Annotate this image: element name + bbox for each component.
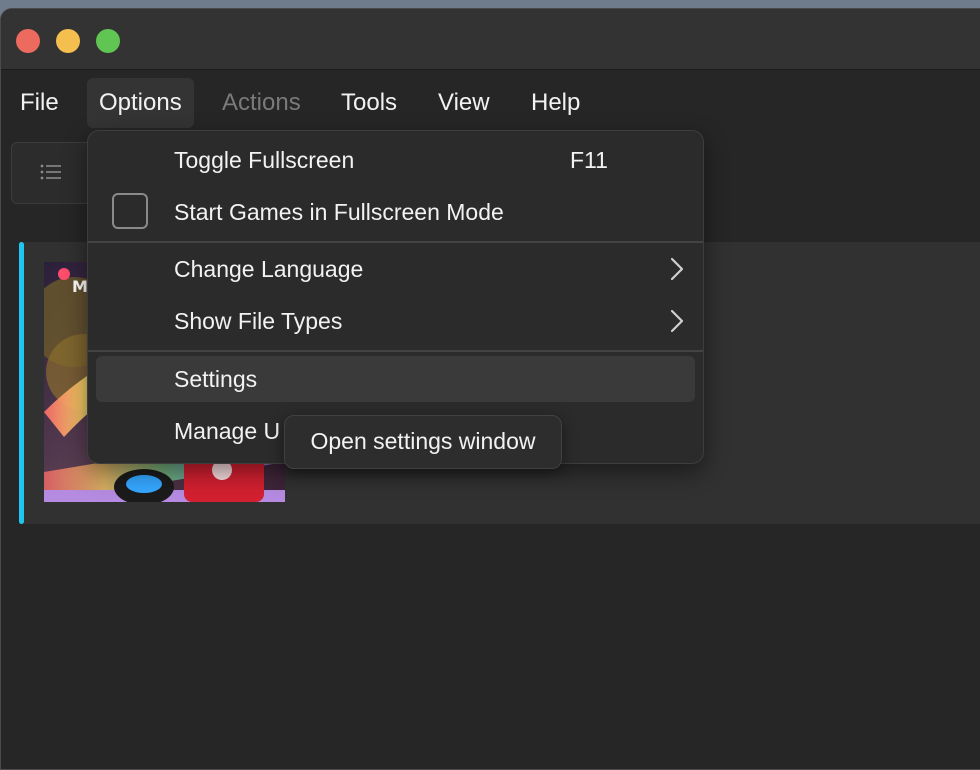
svg-text:M: M	[72, 277, 88, 296]
list-icon	[40, 164, 61, 180]
menu-bar: File Options Actions Tools View Help	[1, 70, 980, 132]
menu-item-change-language[interactable]: Change Language	[96, 246, 695, 292]
shortcut-label: F11	[570, 147, 608, 173]
menu-item-label: Settings	[174, 366, 258, 392]
menu-options[interactable]: Options	[87, 78, 194, 128]
menu-view[interactable]: View	[426, 78, 502, 128]
maximize-window-button[interactable]	[96, 29, 120, 53]
menu-item-label: Toggle Fullscreen	[174, 147, 355, 173]
menu-help[interactable]: Help	[519, 78, 592, 128]
options-menu-dropdown: Toggle Fullscreen F11 Start Games in Ful…	[87, 130, 704, 464]
menu-file[interactable]: File	[8, 78, 71, 128]
menu-item-show-file-types[interactable]: Show File Types	[96, 298, 695, 344]
chevron-right-icon	[670, 309, 684, 333]
menu-tools[interactable]: Tools	[329, 78, 409, 128]
menu-item-label: Change Language	[174, 256, 364, 282]
menu-item-label: Manage U	[174, 418, 281, 444]
list-view-button[interactable]	[11, 142, 91, 204]
title-bar	[1, 9, 980, 70]
menu-item-toggle-fullscreen[interactable]: Toggle Fullscreen F11	[96, 137, 695, 183]
settings-tooltip: Open settings window	[284, 415, 562, 469]
menu-separator	[88, 241, 703, 243]
chevron-right-icon	[670, 257, 684, 281]
menu-actions: Actions	[222, 89, 301, 116]
menu-item-label: Start Games in Fullscreen Mode	[174, 199, 504, 225]
checkbox[interactable]	[112, 193, 148, 229]
menu-item-label: Show File Types	[174, 308, 343, 334]
close-window-button[interactable]	[16, 29, 40, 53]
menu-separator	[88, 350, 703, 352]
menu-item-start-games-fullscreen[interactable]: Start Games in Fullscreen Mode	[96, 189, 695, 235]
selection-indicator	[19, 242, 24, 524]
menu-item-settings[interactable]: Settings	[96, 356, 695, 402]
minimize-window-button[interactable]	[56, 29, 80, 53]
